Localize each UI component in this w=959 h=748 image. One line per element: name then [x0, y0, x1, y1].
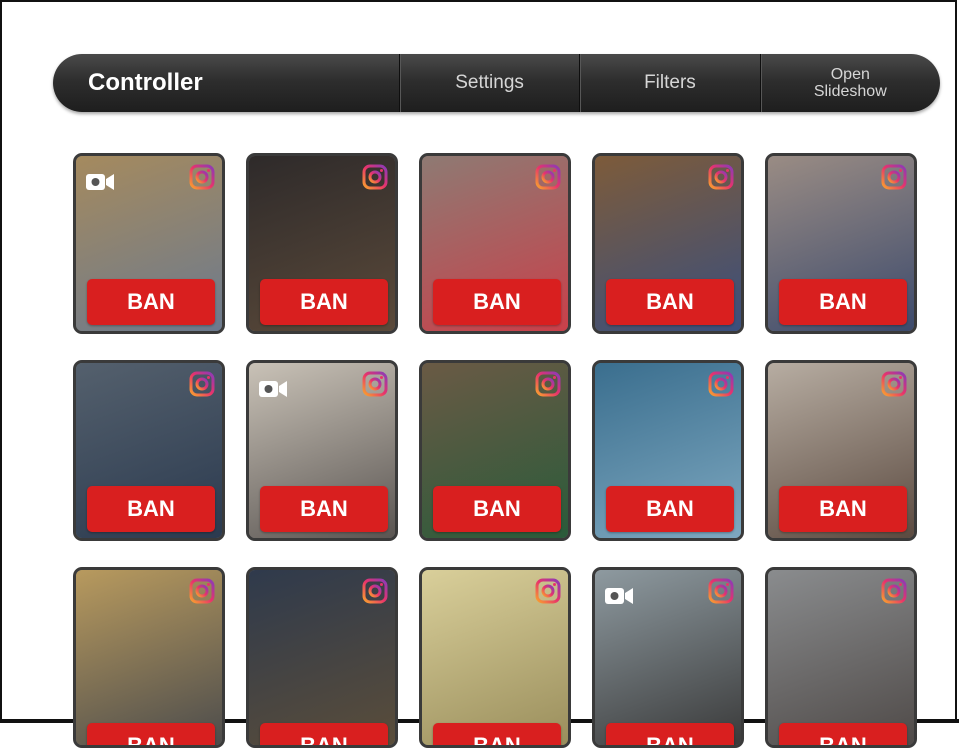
media-tile[interactable]: BAN [246, 567, 398, 748]
nav-controller[interactable]: Controller [53, 54, 399, 112]
media-tile[interactable]: BAN [73, 567, 225, 748]
top-navbar: Controller Settings Filters Open Slidesh… [53, 54, 940, 112]
media-tile[interactable]: BAN [592, 153, 744, 334]
ban-button[interactable]: BAN [433, 279, 561, 325]
instagram-icon [535, 371, 561, 397]
media-tile[interactable]: BAN [419, 360, 571, 541]
video-camera-icon [605, 588, 633, 604]
nav-filters[interactable]: Filters [579, 54, 759, 112]
nav-open-slideshow[interactable]: Open Slideshow [759, 54, 940, 112]
video-camera-icon [259, 381, 287, 397]
instagram-icon [362, 164, 388, 190]
instagram-icon [189, 578, 215, 604]
ban-button[interactable]: BAN [87, 486, 215, 532]
instagram-icon [362, 371, 388, 397]
instagram-icon [881, 164, 907, 190]
media-tile[interactable]: BAN [765, 153, 917, 334]
instagram-icon [189, 371, 215, 397]
instagram-icon [535, 578, 561, 604]
ban-button[interactable]: BAN [260, 279, 388, 325]
media-tile[interactable]: BAN [592, 567, 744, 748]
ban-button[interactable]: BAN [260, 723, 388, 745]
media-tile[interactable]: BAN [419, 567, 571, 748]
media-tile[interactable]: BAN [246, 153, 398, 334]
ban-button[interactable]: BAN [87, 279, 215, 325]
media-tile[interactable]: BAN [592, 360, 744, 541]
media-tile[interactable]: BAN [419, 153, 571, 334]
ban-button[interactable]: BAN [606, 486, 734, 532]
media-tile[interactable]: BAN [765, 360, 917, 541]
nav-settings-label: Settings [455, 72, 524, 93]
media-tile[interactable]: BAN [73, 360, 225, 541]
instagram-icon [362, 578, 388, 604]
instagram-icon [708, 371, 734, 397]
nav-open-slideshow-label: Open Slideshow [813, 66, 887, 100]
media-tile[interactable]: BAN [765, 567, 917, 748]
ban-button[interactable]: BAN [433, 723, 561, 745]
instagram-icon [881, 578, 907, 604]
instagram-icon [881, 371, 907, 397]
ban-button[interactable]: BAN [260, 486, 388, 532]
nav-filters-label: Filters [644, 72, 696, 93]
ban-button[interactable]: BAN [779, 486, 907, 532]
ban-button[interactable]: BAN [779, 279, 907, 325]
instagram-icon [189, 164, 215, 190]
nav-settings[interactable]: Settings [398, 54, 579, 112]
ban-button[interactable]: BAN [433, 486, 561, 532]
instagram-icon [535, 164, 561, 190]
ban-button[interactable]: BAN [606, 723, 734, 745]
ban-button[interactable]: BAN [87, 723, 215, 745]
ban-button[interactable]: BAN [606, 279, 734, 325]
ban-button[interactable]: BAN [779, 723, 907, 745]
media-tile[interactable]: BAN [246, 360, 398, 541]
media-tile[interactable]: BAN [73, 153, 225, 334]
video-camera-icon [86, 174, 114, 190]
instagram-icon [708, 578, 734, 604]
instagram-icon [708, 164, 734, 190]
